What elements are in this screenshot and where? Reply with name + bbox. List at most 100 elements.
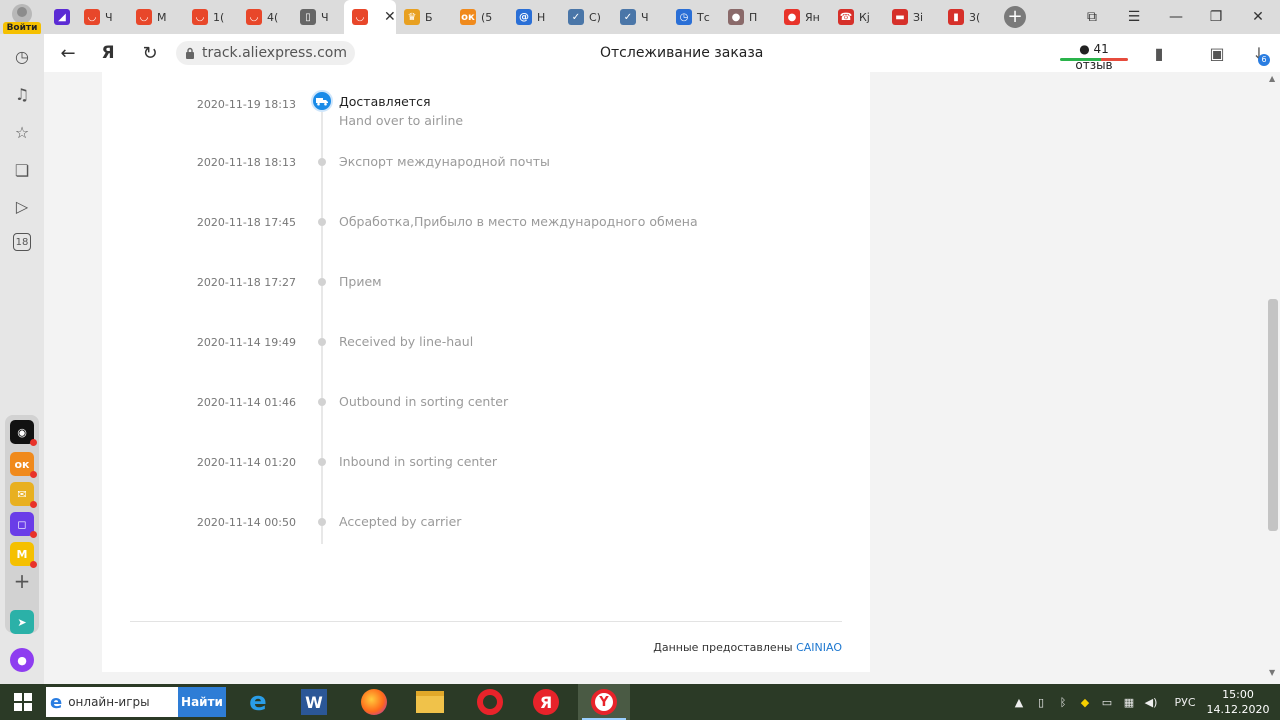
- yandex-zen-icon: ◢: [54, 9, 70, 25]
- sidebar-app[interactable]: ок: [10, 452, 37, 478]
- sidebar-app[interactable]: ◉: [10, 420, 37, 446]
- browser-tab[interactable]: ● Ян: [776, 0, 826, 34]
- menu-button[interactable]: ☰: [1114, 0, 1154, 34]
- phone-icon: ☎: [838, 9, 854, 25]
- bookmark-button[interactable]: ▮: [1144, 34, 1174, 72]
- usb-icon: ▯: [1037, 695, 1045, 709]
- back-button[interactable]: ←: [50, 34, 86, 72]
- browser-tab[interactable]: ☎ Кј: [830, 0, 880, 34]
- close-tab-icon[interactable]: ✕: [384, 9, 396, 25]
- browser-tab[interactable]: ◡ 4(: [238, 0, 288, 34]
- crown-icon: ♛: [404, 9, 420, 25]
- sidebar-app[interactable]: ✉: [10, 482, 37, 508]
- vk-check-icon: ✓: [568, 9, 584, 25]
- shield-icon: ◆: [1080, 695, 1090, 709]
- aliexpress-icon: ◡: [136, 9, 152, 25]
- profile-button[interactable]: Войти: [0, 0, 44, 35]
- scroll-up-icon[interactable]: ▲: [1269, 74, 1275, 83]
- yandex-home-button[interactable]: Я: [90, 34, 126, 72]
- browser-tab[interactable]: ◡ М: [128, 0, 178, 34]
- reviews-button[interactable]: ● 41 отзыв: [1060, 41, 1128, 72]
- close-window-button[interactable]: ✕: [1238, 0, 1278, 34]
- provider-link[interactable]: CAINIAO: [796, 641, 842, 654]
- tray-volume[interactable]: ◀): [1142, 684, 1160, 720]
- collections-side-button[interactable]: ❏: [11, 159, 33, 181]
- send-app-button[interactable]: ➤: [10, 610, 34, 634]
- windows-taskbar: e онлайн-игры Найти e W Я Y ▲ ▯ ᛒ ◆ ▭ ▦ …: [0, 684, 1280, 720]
- age-rating-button[interactable]: 18: [13, 233, 31, 251]
- taskbar-word[interactable]: W: [288, 684, 340, 720]
- notifications-button[interactable]: ♫: [11, 83, 33, 105]
- browser-tab[interactable]: ▮ 3(: [940, 0, 990, 34]
- taskbar-explorer[interactable]: [404, 684, 456, 720]
- browser-tab[interactable]: ● П: [720, 0, 770, 34]
- tray-usb[interactable]: ▯: [1032, 684, 1050, 720]
- favorites-button[interactable]: ☆: [11, 121, 33, 143]
- tab-label: Ч: [321, 10, 329, 24]
- page-content: 2020-11-19 18:13 Доставляется Hand over to…: [44, 72, 1280, 684]
- mail-icon: ✉: [17, 487, 27, 501]
- sidebar-app[interactable]: M: [10, 542, 37, 568]
- downloads-button[interactable]: ↓: [1244, 34, 1274, 72]
- browser-tab[interactable]: ◡ ✕: [344, 0, 396, 34]
- browser-tab[interactable]: ◡ Ч: [76, 0, 126, 34]
- timeline-dot: [318, 218, 326, 226]
- add-app-button[interactable]: +: [11, 569, 33, 593]
- browser-tab[interactable]: ✓ Ч: [612, 0, 662, 34]
- minimize-icon: —: [1169, 9, 1183, 25]
- tray-battery[interactable]: ▭: [1098, 684, 1116, 720]
- language-indicator[interactable]: РУС: [1168, 684, 1202, 720]
- browser-tab[interactable]: ▬ Зі: [884, 0, 934, 34]
- tray-network[interactable]: ▦: [1120, 684, 1138, 720]
- start-button[interactable]: [0, 684, 46, 720]
- reload-button[interactable]: ↻: [132, 34, 168, 72]
- tray-expand-button[interactable]: ▲: [1010, 684, 1028, 720]
- taskbar-search-input[interactable]: e онлайн-игры: [46, 687, 178, 717]
- browser-tab[interactable]: ок (5: [452, 0, 502, 34]
- tab-label: 1(: [213, 10, 225, 24]
- tracking-event-row: 2020-11-18 17:45 Обработка,Прибыло в мест…: [102, 214, 870, 254]
- browser-tab[interactable]: @ Н: [508, 0, 558, 34]
- taskbar-yandex-app[interactable]: Я: [520, 684, 572, 720]
- minimize-button[interactable]: —: [1156, 0, 1196, 34]
- browser-tab[interactable]: ♛ Б: [396, 0, 446, 34]
- star-icon: ☆: [14, 122, 30, 142]
- tab-label: (5: [481, 10, 493, 24]
- downloads-badge: 6: [1258, 54, 1270, 66]
- sidebar-app[interactable]: ◻: [10, 512, 37, 538]
- video-button[interactable]: ▷: [11, 195, 33, 217]
- browser-tab[interactable]: ▯ Ч: [292, 0, 342, 34]
- taskbar-firefox[interactable]: [348, 684, 400, 720]
- scrollbar-thumb[interactable]: [1268, 299, 1278, 531]
- taskbar-ie[interactable]: e: [232, 684, 284, 720]
- history-button[interactable]: ◷: [11, 45, 33, 67]
- taskbar-clock[interactable]: 15:00 14.12.2020: [1204, 687, 1272, 717]
- tab-label: Ч: [105, 10, 113, 24]
- browser-tab[interactable]: ✓ С): [560, 0, 610, 34]
- tracking-event-row: 2020-11-14 01:20 Inbound in sorting cente…: [102, 454, 870, 494]
- tray-bluetooth[interactable]: ᛒ: [1054, 684, 1072, 720]
- notification-dot: [30, 439, 37, 446]
- browser-tab[interactable]: ◷ Тс: [668, 0, 718, 34]
- tab-label: М: [157, 10, 167, 24]
- clock-date: 14.12.2020: [1206, 703, 1270, 716]
- url-field[interactable]: track.aliexpress.com: [176, 41, 355, 65]
- scroll-down-icon[interactable]: ▼: [1269, 668, 1275, 677]
- search-button[interactable]: Найти: [178, 687, 226, 717]
- collections-button[interactable]: ▣: [1202, 34, 1232, 72]
- taskbar-opera[interactable]: [464, 684, 516, 720]
- new-tab-button[interactable]: +: [1004, 6, 1026, 28]
- timeline-dot: [318, 278, 326, 286]
- page-scrollbar[interactable]: ▲ ▼: [1266, 72, 1280, 684]
- yandex-logo-icon: Я: [101, 43, 115, 63]
- maximize-button[interactable]: ❐: [1196, 0, 1236, 34]
- alice-button[interactable]: ●: [10, 648, 34, 672]
- ie-small-icon: e: [50, 691, 63, 713]
- notification-dot: [30, 471, 37, 478]
- browser-tab[interactable]: ◡ 1(: [184, 0, 234, 34]
- odnoklassniki-icon: ок: [14, 457, 30, 471]
- tray-app[interactable]: ◆: [1076, 684, 1094, 720]
- arrow-left-icon: ←: [60, 42, 76, 64]
- taskbar-yandex-browser[interactable]: Y: [578, 684, 630, 720]
- tab-manager-button[interactable]: ⧉: [1072, 0, 1112, 34]
